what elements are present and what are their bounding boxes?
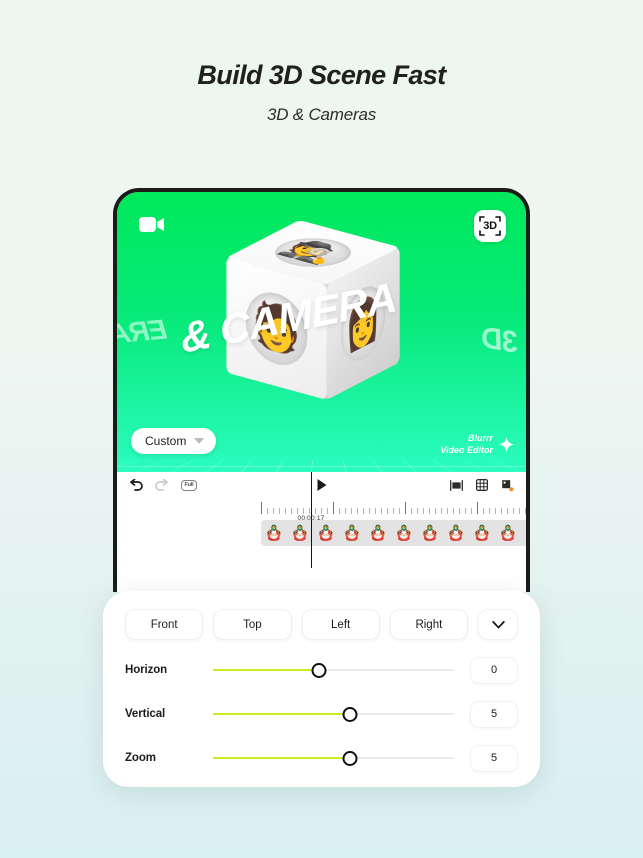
view-button-right[interactable]: Right: [389, 609, 468, 640]
grid-floor: [117, 460, 526, 472]
filmstrip-frame[interactable]: 🪆: [313, 520, 339, 546]
filmstrip-frame[interactable]: 🪆: [287, 520, 313, 546]
page-header: Build 3D Scene Fast 3D & Cameras: [0, 0, 643, 125]
filmstrip-frame[interactable]: 🪆: [391, 520, 417, 546]
view-button-top[interactable]: Top: [213, 609, 292, 640]
slider-knob[interactable]: [342, 750, 358, 766]
chevron-down-icon: [491, 620, 505, 628]
slider-fill: [213, 712, 351, 716]
chevron-down-icon: [194, 438, 205, 444]
ring-text-back-left: ERA: [117, 313, 169, 350]
filmstrip-frame[interactable]: 🪆: [365, 520, 391, 546]
timeline-playhead[interactable]: [311, 472, 313, 568]
ring-text-back-right: 3D: [479, 321, 521, 360]
slider-value-vertical[interactable]: 5: [470, 700, 518, 728]
filmstrip-frame[interactable]: 🪆: [261, 520, 287, 546]
slider-row-vertical: Vertical 5: [125, 700, 518, 728]
camera-controls-panel: Front Top Left Right Horizon 0 Vertical …: [103, 591, 540, 787]
video-camera-icon[interactable]: [139, 216, 165, 233]
slider-knob[interactable]: [342, 706, 358, 722]
watermark-brand: Blurrr: [467, 433, 493, 443]
filmstrip-frame[interactable]: 🪆: [417, 520, 443, 546]
watermark-tagline: Video Editor: [440, 445, 493, 455]
mode-3d-badge[interactable]: 3D: [474, 210, 506, 242]
scan-corners-icon: [479, 216, 501, 236]
scene-viewport[interactable]: ERA 3D 🕵️ 🧑 👩 & CAMERA 3D Custom Blurrr …: [117, 192, 526, 472]
quality-badge[interactable]: Full: [181, 479, 197, 491]
slider-label-vertical: Vertical: [125, 708, 166, 720]
editor-toolbar: Full: [117, 472, 526, 498]
editor-panel: Full 🪆 🪆 🪆 🪆 🪆 🪆 🪆 🪆 🪆 🪆: [117, 472, 526, 592]
slider-horizon[interactable]: [213, 659, 454, 681]
page-subtitle: 3D & Cameras: [266, 105, 377, 124]
timeline-ruler-major-ticks: [261, 502, 526, 514]
filmstrip-frame[interactable]: 🪆: [521, 520, 526, 546]
undo-icon[interactable]: [129, 479, 143, 491]
filmstrip-frame[interactable]: 🪆: [469, 520, 495, 546]
slider-row-horizon: Horizon 0: [125, 656, 518, 684]
slider-fill: [213, 668, 320, 672]
phone-mockup: ERA 3D 🕵️ 🧑 👩 & CAMERA 3D Custom Blurrr …: [113, 188, 530, 592]
slider-row-zoom: Zoom 5: [125, 744, 518, 772]
preset-dropdown[interactable]: Custom: [131, 428, 217, 454]
filmstrip-frame[interactable]: 🪆: [443, 520, 469, 546]
slider-label-horizon: Horizon: [125, 664, 168, 676]
filmstrip-frame[interactable]: 🪆: [339, 520, 365, 546]
fit-screen-icon[interactable]: [450, 479, 463, 491]
redo-icon[interactable]: [155, 479, 169, 491]
preset-label: Custom: [145, 434, 187, 448]
grid-icon[interactable]: [476, 479, 488, 491]
view-button-left[interactable]: Left: [301, 609, 380, 640]
watermark: Blurrr Video Editor: [440, 432, 514, 456]
slider-zoom[interactable]: [213, 747, 454, 769]
slider-value-horizon[interactable]: 0: [470, 656, 518, 684]
sparkle-icon: [499, 436, 514, 452]
collapse-panel-button[interactable]: [478, 609, 518, 640]
slider-fill: [213, 756, 351, 760]
play-icon[interactable]: [317, 479, 326, 491]
slider-value-zoom[interactable]: 5: [470, 744, 518, 772]
view-preset-row: Front Top Left Right: [125, 609, 518, 640]
avatar-emoji-top: 🕵️: [273, 237, 354, 267]
slider-label-zoom: Zoom: [125, 752, 156, 764]
export-layers-icon[interactable]: [501, 479, 514, 492]
view-button-front[interactable]: Front: [125, 609, 204, 640]
slider-knob[interactable]: [311, 662, 327, 678]
timeline-filmstrip[interactable]: 🪆 🪆 🪆 🪆 🪆 🪆 🪆 🪆 🪆 🪆 🪆 🪆 🪆: [261, 520, 526, 546]
slider-vertical[interactable]: [213, 703, 454, 725]
page-title: Build 3D Scene Fast: [197, 60, 446, 90]
filmstrip-frame[interactable]: 🪆: [495, 520, 521, 546]
cube-hole-top: 🕵️: [259, 232, 367, 273]
